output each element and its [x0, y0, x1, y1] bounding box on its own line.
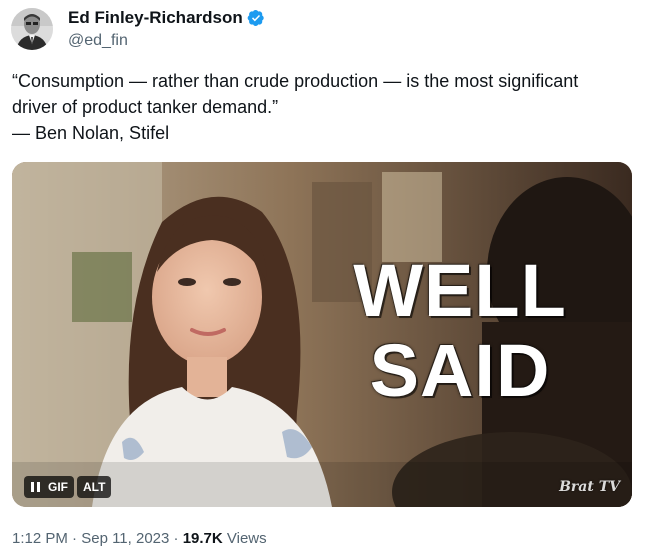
alt-text-button[interactable]: ALT: [77, 476, 112, 498]
author-display-name[interactable]: Ed Finley-Richardson: [68, 8, 243, 28]
tweet-text-line: driver of product tanker demand.”: [12, 97, 279, 117]
tweet: Ed Finley-Richardson @ed_fin “Consumptio…: [0, 0, 646, 555]
views-count: 19.7K: [182, 530, 223, 547]
tweet-text-line: — Ben Nolan, Stifel: [12, 123, 170, 143]
author-handle[interactable]: @ed_fin: [68, 32, 128, 50]
tweet-date[interactable]: Sep 11, 2023: [81, 530, 169, 547]
verified-badge-icon: [247, 9, 265, 27]
tweet-text: “Consumption — rather than crude product…: [12, 68, 637, 146]
gif-badge: GIF: [46, 476, 74, 498]
avatar[interactable]: [11, 8, 53, 50]
author-name-row: Ed Finley-Richardson: [68, 8, 265, 28]
tweet-time[interactable]: 1:12 PM: [12, 530, 68, 547]
gif-controls: GIF ALT: [24, 476, 112, 498]
gif-media[interactable]: WELL SAID GIF ALT Brat TV: [12, 162, 632, 507]
views-label: Views: [222, 530, 267, 547]
meta-separator: ·: [67, 530, 82, 547]
gif-overlay-text-said: SAID: [369, 329, 551, 412]
avatar-image: [11, 8, 53, 50]
meta-separator: ·: [169, 530, 183, 547]
pause-icon[interactable]: [24, 476, 46, 498]
tweet-text-line: “Consumption — rather than crude product…: [12, 71, 579, 91]
tweet-meta: 1:12 PM · Sep 11, 2023 · 19.7K Views: [12, 530, 267, 547]
brat-tv-watermark-logo: Brat TV: [559, 479, 620, 495]
gif-overlay-text-well: WELL: [353, 249, 567, 332]
